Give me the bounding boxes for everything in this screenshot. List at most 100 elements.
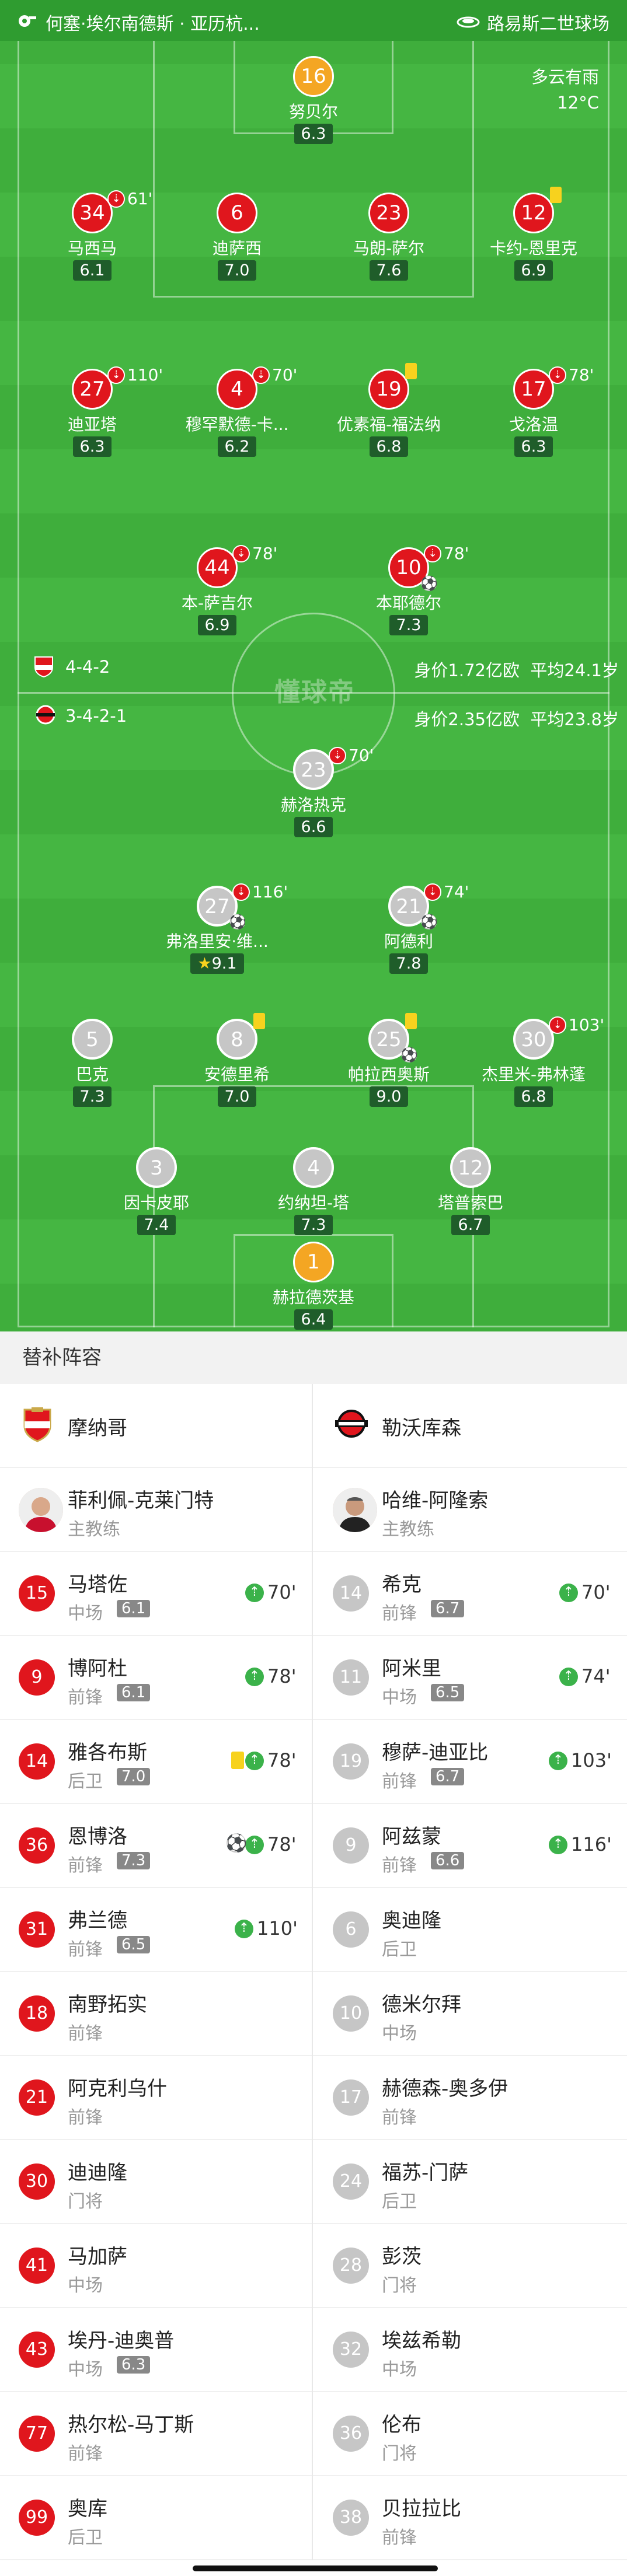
pitch-player[interactable]: 8 安德里希 7.0 — [179, 1013, 295, 1107]
sub-position: 前锋 — [382, 2107, 417, 2128]
pitch-player[interactable]: 21 ⇣ 74' ⚽ 阿德利 7.8 — [350, 882, 469, 974]
home-sub-cell[interactable]: 9 博阿杜 前锋 6.1 ⇡ 78' — [0, 1636, 313, 1720]
pitch-player[interactable]: 4 ⇣ 70' 穆罕默德-卡... 6.2 — [179, 365, 297, 457]
player-rating-value: 7.4 — [144, 1216, 169, 1234]
player-rating: 7.4 — [137, 1215, 176, 1235]
home-sub-cell[interactable]: 30 迪迪隆 门将 — [0, 2140, 313, 2224]
sub-name: 彭茨 — [382, 2245, 422, 2269]
goal-ball-icon: ⚽ — [420, 914, 438, 930]
away-sub-cell[interactable]: 32 埃兹希勒 中场 — [314, 2308, 627, 2392]
away-coach-cell[interactable]: 哈维-阿隆索 主教练 — [314, 1468, 627, 1552]
pitch-player[interactable]: 6 迪萨西 7.0 — [179, 193, 295, 281]
player-rating: 6.6 — [294, 817, 333, 837]
home-sub-cell[interactable]: 21 阿克利乌什 前锋 — [0, 2056, 313, 2140]
sub-out-icon: ⇣ — [107, 190, 125, 208]
pitch-player[interactable]: 16 努贝尔 6.3 — [255, 56, 372, 144]
away-formation: 3-4-2-1 — [65, 706, 127, 726]
sub-name: 南野拓实 — [68, 1993, 147, 2016]
away-sub-cell[interactable]: 24 福苏-门萨 后卫 — [314, 2140, 627, 2224]
pitch-player[interactable]: 23 马朗-萨尔 7.6 — [330, 193, 447, 281]
player-rating-value: 6.2 — [224, 438, 250, 456]
home-sub-cell[interactable]: 43 埃丹-迪奥普 中场 6.3 — [0, 2308, 313, 2392]
pitch-player[interactable]: 27 ⇣ 116' ⚽ 弗洛里安·维... ★9.1 — [159, 882, 288, 974]
pitch-player[interactable]: 19 优素福-福法纳 6.8 — [330, 363, 447, 457]
pitch-player[interactable]: 3 因卡皮耶 7.4 — [98, 1147, 215, 1235]
coaches-row: 菲利佩-克莱门特 主教练 哈维-阿隆索 主教练 — [0, 1468, 627, 1552]
home-coach-cell[interactable]: 菲利佩-克莱门特 主教练 — [0, 1468, 313, 1552]
player-rating-value: 6.6 — [301, 818, 326, 836]
sub-name: 阿兹蒙 — [382, 1825, 441, 1848]
player-name: 穆罕默德-卡... — [185, 415, 289, 434]
away-sub-cell[interactable]: 36 伦布 门将 — [314, 2392, 627, 2476]
home-coach-role: 主教练 — [68, 1519, 120, 1540]
sub-position: 前锋 — [382, 1603, 417, 1624]
player-rating: 7.6 — [369, 260, 409, 281]
pitch-player[interactable]: 12 塔普索巴 6.7 — [412, 1147, 529, 1235]
home-sub-cell[interactable]: 14 雅各布斯 后卫 7.0 ⇡ 78' — [0, 1720, 313, 1804]
sub-position: 中场 — [382, 2023, 417, 2044]
sub-row: 77 热尔松-马丁斯 前锋 36 伦布 门将 — [0, 2392, 627, 2476]
away-sub-cell[interactable]: 38 贝拉拉比 前锋 — [314, 2476, 627, 2560]
pitch-player[interactable]: 23 ⇣ 70' 赫洛热克 6.6 — [255, 746, 374, 837]
stadium-name: 路易斯二世球场 — [487, 14, 609, 34]
away-sub-cell[interactable]: 19 穆萨-迪亚比 前锋 6.7 ⇡ 103' — [314, 1720, 627, 1804]
away-sub-cell[interactable]: 6 奥迪隆 后卫 — [314, 1888, 627, 1972]
goal-ball-icon: ⚽ — [229, 914, 246, 930]
pitch-player[interactable]: 30 ⇣ 103' 杰里米-弗林蓬 6.8 — [475, 1015, 604, 1107]
player-rating-value: 6.9 — [521, 261, 546, 279]
home-age: 平均24.1岁 — [530, 660, 619, 680]
away-sub-cell[interactable]: 10 德米尔拜 中场 — [314, 1972, 627, 2056]
sub-number: 14 — [19, 1743, 55, 1780]
sub-name: 赫德森-奥多伊 — [382, 2077, 508, 2100]
away-team-cell[interactable]: 勒沃库森 — [314, 1384, 627, 1468]
away-sub-cell[interactable]: 11 阿米里 中场 6.5 ⇡ 74' — [314, 1636, 627, 1720]
pitch-player[interactable]: 10 ⇣ 78' ⚽ 本耶德尔 7.3 — [350, 544, 469, 635]
home-sub-cell[interactable]: 41 马加萨 中场 — [0, 2224, 313, 2308]
player-rating-value: 9.1 — [211, 955, 237, 973]
away-sub-cell[interactable]: 17 赫德森-奥多伊 前锋 — [314, 2056, 627, 2140]
pitch-player[interactable]: 12 卡约-恩里克 6.9 — [475, 187, 592, 281]
sub-out-icon: ⇣ — [232, 545, 250, 562]
player-rating: 7.0 — [217, 260, 257, 281]
home-value-age: 身价1.72亿欧 平均24.1岁 — [414, 657, 619, 681]
pitch-player[interactable]: 25 ⚽ 帕拉西奥斯 9.0 — [330, 1013, 447, 1107]
pitch-player[interactable]: 34 ⇣ 61' 马西马 6.1 — [34, 189, 152, 281]
sub-name: 福苏-门萨 — [382, 2161, 469, 2184]
player-number: 4 — [217, 369, 257, 410]
pitch-player[interactable]: 44 ⇣ 78' 本-萨吉尔 6.9 — [159, 544, 277, 635]
sub-in-icon: ⇡ — [549, 1752, 567, 1770]
player-rating: 7.3 — [72, 1086, 112, 1107]
player-name: 本-萨吉尔 — [181, 593, 253, 613]
sub-in-icon: ⇡ — [245, 1836, 264, 1854]
player-number: 34 — [72, 193, 113, 233]
sub-number: 9 — [333, 1827, 369, 1864]
yellow-card-icon — [253, 1013, 265, 1029]
player-rating: 6.2 — [217, 436, 257, 457]
away-sub-cell[interactable]: 9 阿兹蒙 前锋 6.6 ⇡ 116' — [314, 1804, 627, 1888]
sub-position: 前锋 — [68, 1687, 103, 1708]
home-sub-cell[interactable]: 31 弗兰德 前锋 6.5 ⇡ 110' — [0, 1888, 313, 1972]
home-sub-cell[interactable]: 77 热尔松-马丁斯 前锋 — [0, 2392, 313, 2476]
home-sub-cell[interactable]: 36 恩博洛 前锋 7.3 ⇡ 78' ⚽ — [0, 1804, 313, 1888]
sub-rating: 6.7 — [431, 1768, 465, 1785]
home-sub-cell[interactable]: 15 马塔佐 中场 6.1 ⇡ 70' — [0, 1552, 313, 1636]
pitch-player[interactable]: 4 约纳坦-塔 7.3 — [255, 1147, 372, 1235]
player-name: 本耶德尔 — [375, 593, 441, 613]
sub-position: 前锋 — [68, 2444, 103, 2464]
home-sub-cell[interactable]: 18 南野拓实 前锋 — [0, 1972, 313, 2056]
away-sub-cell[interactable]: 28 彭茨 门将 — [314, 2224, 627, 2308]
pitch-player[interactable]: 17 ⇣ 78' 戈洛温 6.3 — [475, 365, 594, 457]
pitch-player[interactable]: 1 赫拉德茨基 6.4 — [255, 1242, 372, 1330]
home-sub-cell[interactable]: 99 奥库 后卫 — [0, 2476, 313, 2560]
pitch-player[interactable]: 5 巴克 7.3 — [34, 1019, 151, 1107]
sub-position: 中场 — [68, 2276, 103, 2296]
pitch-player[interactable]: 27 ⇣ 110' 迪亚塔 6.3 — [34, 365, 163, 457]
sub-position: 中场 — [68, 1603, 103, 1624]
away-sub-cell[interactable]: 14 希克 前锋 6.7 ⇡ 70' — [314, 1552, 627, 1636]
sub-name: 马塔佐 — [68, 1573, 127, 1596]
sub-out-icon: ⇣ — [549, 366, 566, 384]
home-team-cell[interactable]: 摩纳哥 — [0, 1384, 313, 1468]
player-rating-value: 6.9 — [204, 616, 230, 634]
sub-position: 前锋 — [68, 1855, 103, 1876]
player-number: 8 — [217, 1019, 257, 1060]
